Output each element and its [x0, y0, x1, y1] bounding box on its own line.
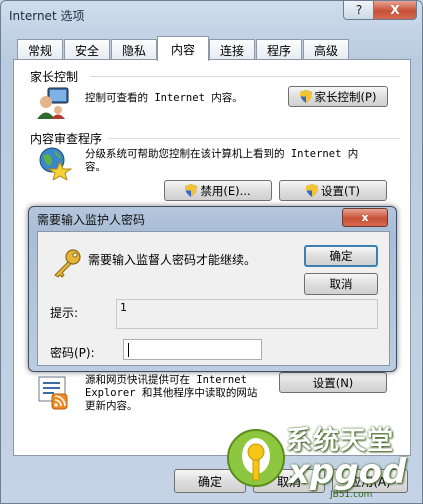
dialog-cancel-label: 取消 [329, 277, 353, 291]
close-button[interactable]: X [373, 1, 417, 20]
hint-box: 1 [116, 299, 378, 329]
text-cursor [128, 343, 129, 357]
tab-label: 安全 [74, 43, 99, 58]
tab-privacy[interactable]: 隐私 [111, 39, 157, 60]
parental-controls-button-label: 家长控制(P) [314, 89, 377, 104]
dialog-body: 需要输入监督人密码才能继续。 确定 取消 提示: 1 密码(P): [37, 231, 390, 366]
divider [90, 76, 400, 77]
tab-programs[interactable]: 程序 [256, 39, 302, 60]
tab-label: 连接 [219, 43, 244, 58]
feeds-description-line2: Explorer 和其他程序中读取的网站 [85, 387, 258, 399]
content-advisor-disable-button[interactable]: 禁用(E)... [164, 180, 272, 201]
help-button[interactable]: ? [343, 1, 375, 20]
hint-label: 提示: [50, 306, 79, 320]
tab-security[interactable]: 安全 [64, 39, 110, 60]
watermark-sub: JB51.com [330, 490, 373, 500]
tab-label: 常规 [27, 43, 52, 58]
help-icon: ? [355, 3, 363, 17]
feeds-description-line3: 更新内容。 [85, 400, 138, 412]
password-label: 密码(P): [50, 346, 95, 360]
dialog-cancel-button[interactable]: 取消 [304, 273, 378, 295]
parental-controls-heading: 家长控制 [30, 70, 79, 84]
close-icon: x [361, 211, 369, 224]
feeds-icon [38, 376, 68, 410]
tab-label: 程序 [266, 43, 291, 58]
dialog-close-button[interactable]: x [342, 208, 388, 227]
uac-shield-icon [306, 184, 318, 197]
feeds-settings-button[interactable]: 设置(N) [279, 372, 387, 393]
parental-controls-button[interactable]: 家长控制(P) [288, 86, 388, 107]
content-advisor-heading: 内容审查程序 [30, 132, 103, 146]
dialog-title: 需要输入监护人密码 [37, 213, 146, 227]
content-advisor-icon [39, 147, 72, 180]
content-advisor-description: 分级系统可帮助您控制在该计算机上看到的 Internet 内容。 [85, 148, 359, 173]
hint-value: 1 [120, 301, 127, 314]
tab-connections[interactable]: 连接 [209, 39, 255, 60]
parental-controls-description: 控制可查看的 Internet 内容。 [85, 92, 243, 104]
watermark-logo-icon [227, 429, 285, 487]
content-advisor-disable-label: 禁用(E)... [200, 183, 251, 198]
tab-label: 高级 [313, 43, 338, 58]
uac-shield-icon [185, 184, 198, 197]
feeds-description-line1: 源和网页快讯提供可在 Internet [85, 374, 247, 386]
dialog-ok-label: 确定 [329, 249, 353, 263]
tab-label: 内容 [170, 42, 195, 57]
watermark: 系统天堂 xpgod JB51.com [218, 412, 423, 504]
content-advisor-settings-label: 设置(T) [321, 183, 360, 198]
window-title: Internet 选项 [9, 9, 85, 23]
key-icon [54, 249, 81, 278]
dialog-message: 需要输入监督人密码才能继续。 [88, 253, 257, 267]
password-input[interactable] [123, 339, 262, 360]
uac-shield-icon [299, 90, 312, 103]
feeds-settings-label: 设置(N) [312, 375, 354, 390]
dialog-ok-button[interactable]: 确定 [304, 245, 378, 267]
tab-content[interactable]: 内容 [157, 36, 209, 61]
close-icon: X [390, 3, 400, 17]
tab-advanced[interactable]: 高级 [303, 39, 349, 60]
supervisor-password-dialog: 需要输入监护人密码 x 需要输入监督人密码才能继续。 确定 取消 提示: 1 密… [28, 206, 397, 372]
tab-general[interactable]: 常规 [17, 39, 63, 60]
parental-controls-icon [37, 87, 69, 119]
content-advisor-settings-button[interactable]: 设置(T) [279, 180, 387, 201]
divider [108, 138, 400, 139]
tab-label: 隐私 [121, 43, 146, 58]
watermark-domain: xpgod [288, 452, 407, 492]
